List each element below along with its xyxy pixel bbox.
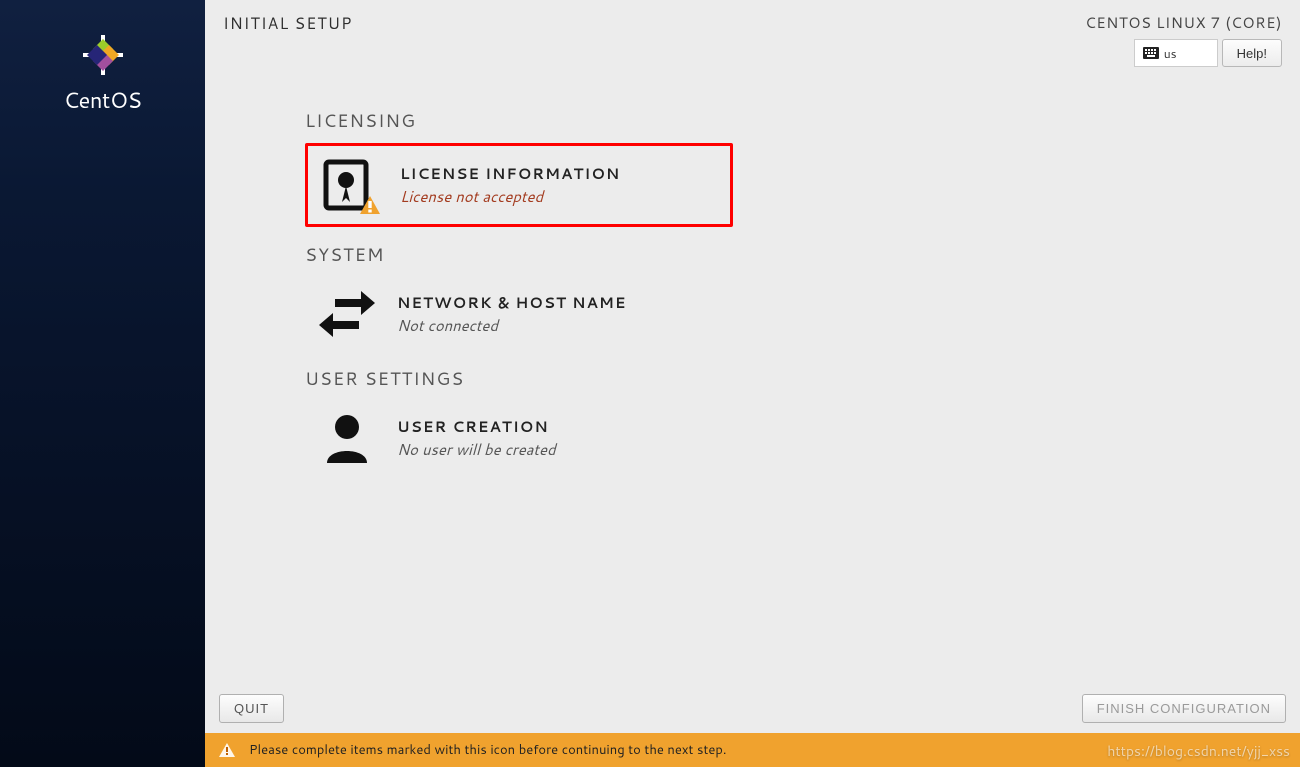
spoke-license-title: LICENSE INFORMATION [400, 163, 620, 184]
quit-button[interactable]: QUIT [219, 694, 284, 723]
keyboard-layout-indicator[interactable]: us [1134, 39, 1218, 67]
license-icon [320, 156, 380, 214]
keyboard-layout-label: us [1164, 45, 1177, 62]
spoke-license-status: License not accepted [400, 186, 620, 207]
warning-icon [219, 743, 235, 757]
centos-logo-icon [83, 35, 123, 75]
distro-name: CENTOS LINUX 7 (CORE) [1085, 12, 1282, 33]
page-title: INITIAL SETUP [223, 12, 352, 67]
spoke-user-status: No user will be created [397, 439, 556, 460]
section-user-heading: USER SETTINGS [305, 365, 1290, 391]
spoke-user-title: USER CREATION [397, 416, 556, 437]
user-icon [317, 409, 377, 467]
spoke-license-information[interactable]: LICENSE INFORMATION License not accepted [305, 143, 733, 227]
spoke-network-hostname[interactable]: NETWORK & HOST NAME Not connected [305, 277, 638, 351]
warning-bar: Please complete items marked with this i… [205, 733, 1300, 767]
spoke-user-creation[interactable]: USER CREATION No user will be created [305, 401, 568, 475]
header: INITIAL SETUP CENTOS LINUX 7 (CORE) us H… [205, 0, 1300, 73]
warning-text: Please complete items marked with this i… [249, 741, 726, 759]
spoke-network-title: NETWORK & HOST NAME [397, 292, 626, 313]
keyboard-icon [1143, 47, 1159, 59]
section-licensing-heading: LICENSING [305, 107, 1290, 133]
finish-configuration-button[interactable]: FINISH CONFIGURATION [1082, 694, 1286, 723]
help-button[interactable]: Help! [1222, 39, 1282, 67]
spoke-network-status: Not connected [397, 315, 626, 336]
section-system-heading: SYSTEM [305, 241, 1290, 267]
watermark: https://blog.csdn.net/yjj_xss [1107, 741, 1290, 761]
footer-bar: QUIT FINISH CONFIGURATION [205, 684, 1300, 733]
sidebar: CentOS [0, 0, 205, 767]
main: INITIAL SETUP CENTOS LINUX 7 (CORE) us H… [205, 0, 1300, 767]
network-icon [317, 285, 377, 343]
sidebar-brand: CentOS [63, 85, 141, 116]
content: LICENSING LICENSE INFORMATION License no… [205, 73, 1300, 684]
